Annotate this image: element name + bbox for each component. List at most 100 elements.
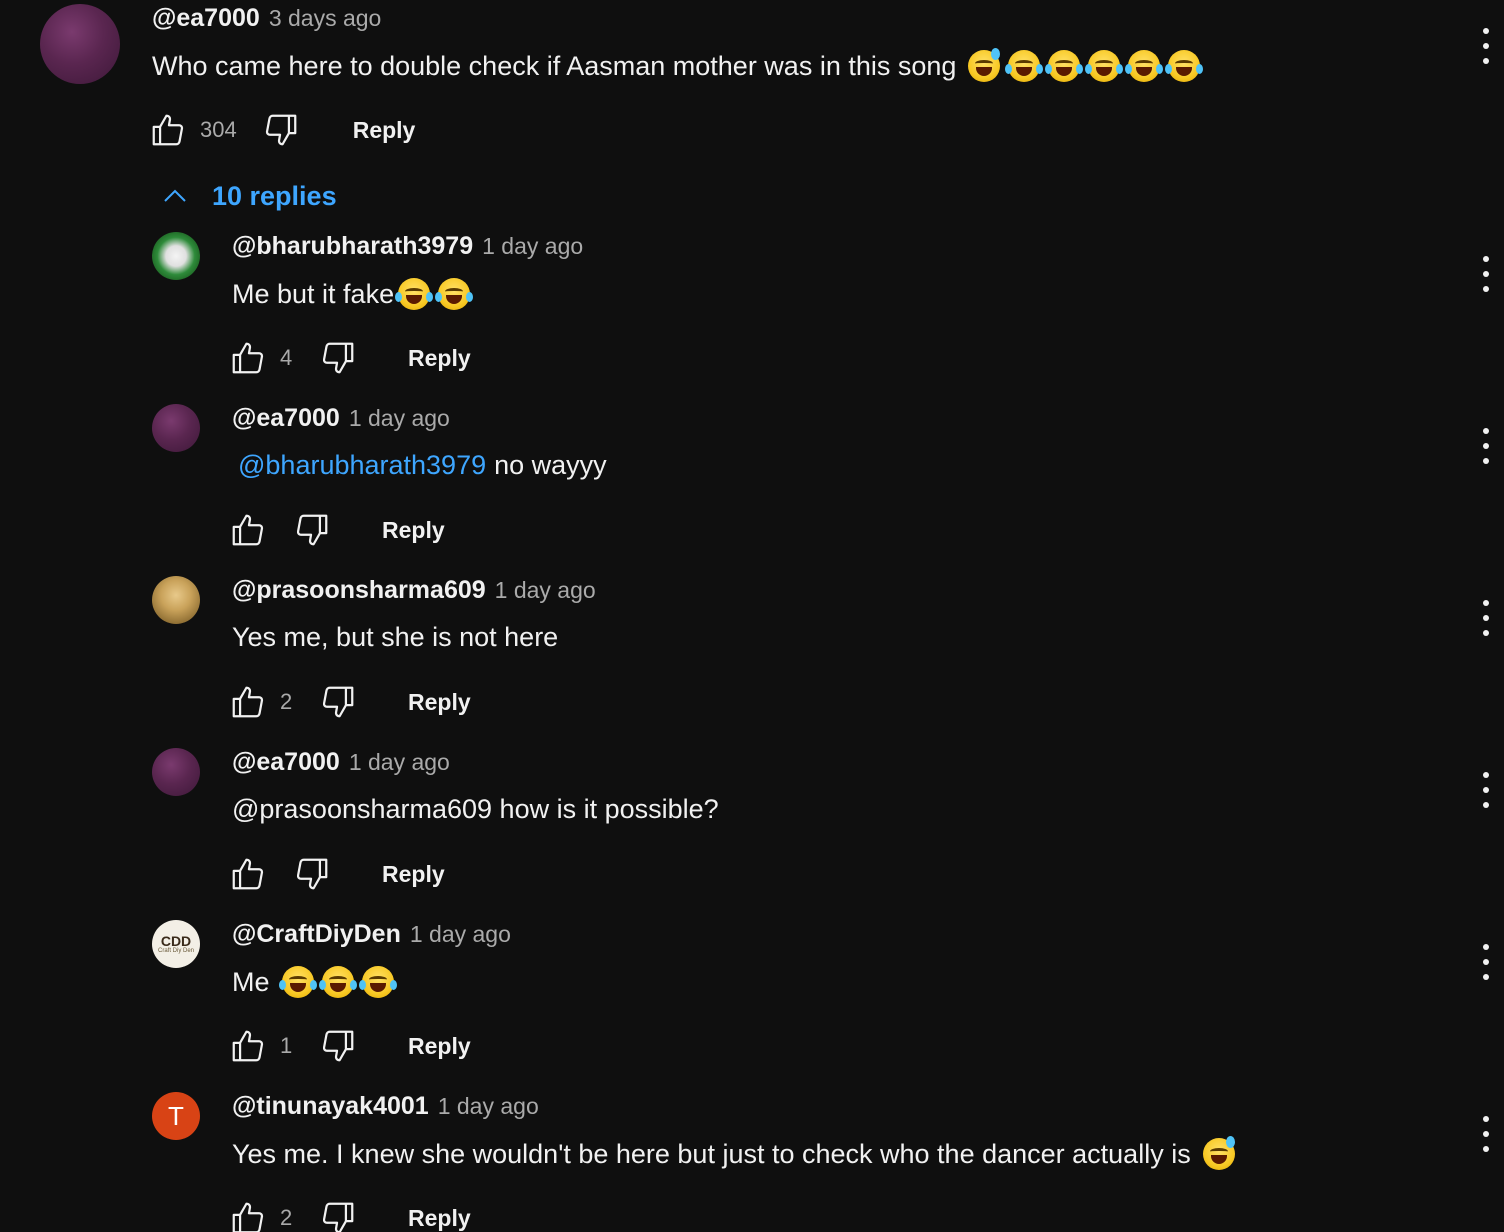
- tears-of-joy-emoji-icon: [1125, 50, 1164, 82]
- like-count: 4: [280, 345, 293, 370]
- avatar[interactable]: [152, 576, 200, 624]
- thumbs-down-icon: [322, 342, 354, 374]
- thumbs-up-icon: [232, 858, 264, 890]
- like-button[interactable]: [228, 1198, 268, 1232]
- emoji-group: [278, 966, 397, 998]
- thumbs-down-icon: [322, 686, 354, 718]
- tears-of-joy-emoji-icon: [1045, 50, 1084, 82]
- comment-actions: 2 Reply: [228, 1196, 471, 1232]
- avatar-logo-text: CDD: [160, 932, 192, 949]
- more-options-icon[interactable]: [1474, 1116, 1498, 1152]
- dislike-button[interactable]: [292, 510, 332, 550]
- reply-comment: @ea7000 1 day ago @prasoonsharma609 how …: [0, 744, 1504, 916]
- emoji-group: [968, 48, 1204, 82]
- reply-button[interactable]: Reply: [408, 1033, 471, 1060]
- comment-actions: Reply: [228, 508, 445, 552]
- reply-button[interactable]: Reply: [382, 517, 445, 544]
- comment-body: Me: [232, 966, 270, 997]
- like-count: 1: [280, 1033, 293, 1058]
- avatar[interactable]: [152, 232, 200, 280]
- grinning-sweat-emoji-icon: [1202, 1136, 1235, 1170]
- avatar[interactable]: [152, 748, 200, 796]
- comment-author[interactable]: @CraftDiyDen: [232, 920, 401, 949]
- reply-comment: T @tinunayak4001 1 day ago Yes me. I kne…: [0, 1088, 1504, 1232]
- like-button[interactable]: [228, 338, 268, 378]
- top-comment: @ea7000 3 days ago Who came here to doub…: [0, 0, 1504, 160]
- more-options-icon[interactable]: [1474, 28, 1498, 64]
- thumbs-down-icon: [265, 114, 297, 146]
- reply-comment: @bharubharath3979 1 day ago Me but it fa…: [0, 228, 1504, 400]
- more-options-icon[interactable]: [1474, 428, 1498, 464]
- comment-author[interactable]: @bharubharath3979: [232, 232, 473, 261]
- comment-author[interactable]: @ea7000: [232, 748, 340, 777]
- dislike-button[interactable]: [318, 1198, 358, 1232]
- comment-actions: Reply: [228, 852, 445, 896]
- tears-of-joy-emoji-icon: [435, 278, 474, 310]
- reply-button[interactable]: Reply: [408, 689, 471, 716]
- avatar[interactable]: T: [152, 1092, 200, 1140]
- comment-time[interactable]: 1 day ago: [495, 577, 596, 604]
- dislike-button[interactable]: [292, 854, 332, 894]
- dislike-button[interactable]: [318, 338, 358, 378]
- avatar-initial: T: [168, 1100, 184, 1131]
- comment-header: @bharubharath3979 1 day ago: [232, 232, 583, 261]
- more-options-icon[interactable]: [1474, 944, 1498, 980]
- reply-comment: @ea7000 1 day ago @bharubharath3979 no w…: [0, 400, 1504, 572]
- avatar[interactable]: [152, 404, 200, 452]
- mention-link[interactable]: @bharubharath3979: [238, 450, 486, 481]
- thumbs-up-icon: [232, 1202, 264, 1232]
- reply-button[interactable]: Reply: [353, 117, 416, 144]
- tears-of-joy-emoji-icon: [318, 966, 357, 998]
- chevron-up-icon: [164, 189, 186, 202]
- like-button[interactable]: [228, 682, 268, 722]
- comment-text: @bharubharath3979 no wayyy: [238, 450, 607, 481]
- comment-time[interactable]: 1 day ago: [482, 233, 583, 260]
- thumbs-up-icon: [232, 686, 264, 718]
- comment-time[interactable]: 1 day ago: [349, 405, 450, 432]
- comment-time[interactable]: 1 day ago: [410, 921, 511, 948]
- thumbs-down-icon: [296, 514, 328, 546]
- avatar[interactable]: [40, 4, 120, 84]
- dislike-button[interactable]: [318, 682, 358, 722]
- more-options-icon[interactable]: [1474, 600, 1498, 636]
- comment-actions: 2 Reply: [228, 680, 471, 724]
- comment-author[interactable]: @prasoonsharma609: [232, 576, 486, 605]
- comment-actions: 304 Reply: [148, 108, 415, 152]
- comment-text: Me: [232, 966, 397, 998]
- like-button[interactable]: [228, 854, 268, 894]
- comment-author[interactable]: @ea7000: [232, 404, 340, 433]
- comment-text: Me but it fake: [232, 278, 474, 310]
- comment-header: @ea7000 1 day ago: [232, 748, 450, 777]
- comment-header: @ea7000 3 days ago: [152, 4, 381, 33]
- comment-author[interactable]: @ea7000: [152, 4, 260, 33]
- tears-of-joy-emoji-icon: [358, 966, 397, 998]
- thumbs-up-icon: [232, 514, 264, 546]
- comment-text: Yes me, but she is not here: [232, 622, 558, 653]
- more-options-icon[interactable]: [1474, 772, 1498, 808]
- like-button[interactable]: [228, 1026, 268, 1066]
- like-button[interactable]: [228, 510, 268, 550]
- comment-header: @prasoonsharma609 1 day ago: [232, 576, 596, 605]
- like-count: 2: [280, 1205, 293, 1230]
- comment-time[interactable]: 1 day ago: [438, 1093, 539, 1120]
- like-button[interactable]: [148, 110, 188, 150]
- reply-button[interactable]: Reply: [382, 861, 445, 888]
- more-options-icon[interactable]: [1474, 256, 1498, 292]
- thumbs-up-icon: [232, 342, 264, 374]
- comment-time[interactable]: 3 days ago: [269, 5, 382, 32]
- reply-button[interactable]: Reply: [408, 345, 471, 372]
- avatar-logo-subtext: Craft Diy Den: [157, 947, 194, 954]
- avatar[interactable]: CDD Craft Diy Den: [152, 920, 200, 968]
- comment-body: Yes me, but she is not here: [232, 622, 559, 652]
- comment-time[interactable]: 1 day ago: [349, 749, 450, 776]
- reply-comment: @prasoonsharma609 1 day ago Yes me, but …: [0, 572, 1504, 744]
- comment-body: no wayyy: [494, 450, 607, 480]
- dislike-button[interactable]: [318, 1026, 358, 1066]
- tears-of-joy-emoji-icon: [1165, 50, 1204, 82]
- tears-of-joy-emoji-icon: [278, 966, 317, 998]
- comment-text: @prasoonsharma609 how is it possible?: [232, 794, 719, 825]
- reply-button[interactable]: Reply: [408, 1205, 471, 1232]
- dislike-button[interactable]: [261, 110, 301, 150]
- comment-author[interactable]: @tinunayak4001: [232, 1092, 429, 1121]
- replies-toggle[interactable]: 10 replies: [160, 176, 337, 216]
